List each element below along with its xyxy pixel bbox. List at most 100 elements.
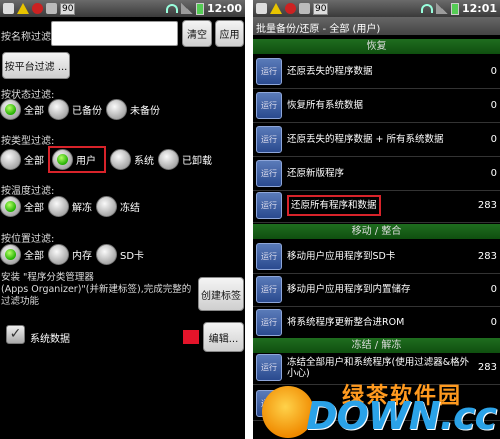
type-filter-group: 全部 用户 系统 已卸载 (0, 146, 216, 173)
sdcard-icon (46, 3, 57, 14)
run-button[interactable]: 运行 (256, 192, 282, 219)
radio-status-not-backed-up[interactable] (106, 99, 127, 120)
list-item: 运行 冻结全部用户和系统程序(使用过滤器&格外小心) 283 (253, 351, 500, 385)
radio-label: 全部 (24, 156, 44, 167)
status-filter-group: 全部 已备份 未备份 (0, 99, 164, 120)
radio-label: SD卡 (120, 251, 145, 262)
radio-type-system[interactable] (110, 149, 131, 170)
row-label: 恢复所有系统数据 (287, 100, 364, 111)
usb-icon (3, 3, 14, 14)
edit-button[interactable]: 编辑... (203, 322, 244, 352)
install-note: 安装 "程序分类管理器 (Apps Organizer)"(并新建标签),完成完… (1, 272, 192, 307)
radio-label: 用户 (76, 156, 96, 167)
signal-icon (435, 3, 448, 14)
radio-temp-unfrozen[interactable] (48, 196, 69, 217)
run-button[interactable]: 运行 (256, 58, 282, 85)
list-item: 运行 还原丢失的程序数据 0 (253, 55, 500, 89)
clock: 12:00 (206, 2, 242, 15)
create-tag-button[interactable]: 创建标签 (198, 277, 244, 311)
radio-label: 系统 (134, 156, 154, 167)
radio-status-all[interactable] (0, 99, 21, 120)
row-label: 将系统程序更新整合进ROM (287, 317, 405, 328)
row-count: 283 (477, 362, 497, 373)
system-data-checkbox[interactable]: ✓ (6, 325, 25, 344)
radio-label: 解冻 (72, 203, 92, 214)
radio-label: 内存 (72, 251, 92, 262)
radio-location-all[interactable] (0, 244, 21, 265)
platform-filter-button[interactable]: 按平台过滤 ... (2, 52, 70, 79)
section-header-restore: 恢复 (253, 39, 500, 54)
row-count: 0 (490, 100, 497, 111)
location-filter-label: 按位置过滤: (1, 234, 55, 245)
clear-button[interactable]: 清空 (182, 20, 212, 47)
row-label: 还原新版程序 (287, 168, 345, 179)
list-item: 运行 还原所有程序和数据 283 (253, 189, 500, 223)
list-item: 运行 将系统程序更新整合进ROM 0 (253, 306, 500, 340)
run-button[interactable]: 运行 (256, 92, 282, 119)
notification-badge: 90 (60, 2, 76, 15)
row-label: 还原丢失的程序数据 + 所有系统数据 (287, 134, 444, 145)
stop-icon (285, 3, 296, 14)
radio-label: 已卸载 (182, 156, 212, 167)
type-filter-label: 按类型过滤: (1, 136, 55, 147)
row-count: 0 (490, 284, 497, 295)
radio-temp-all[interactable] (0, 196, 21, 217)
list-item: 运行 移动用户应用程序到SD卡 283 (253, 240, 500, 274)
page-title: 批量备份/还原 - 全部 (用户) (253, 17, 500, 35)
radio-type-user[interactable] (52, 149, 73, 170)
radio-label: 全部 (24, 251, 44, 262)
radio-label: 全部 (24, 203, 44, 214)
clock: 12:01 (461, 2, 497, 15)
row-count: 283 (477, 200, 497, 211)
right-screen: 90 12:01 批量备份/还原 - 全部 (用户) 恢复 运行 还原丢失的程序… (253, 0, 500, 439)
temp-filter-label: 按温度过滤: (1, 186, 55, 197)
run-button[interactable]: 运行 (256, 276, 282, 303)
run-button[interactable]: 运行 (256, 390, 282, 417)
system-data-label: 系统数据 (30, 334, 70, 345)
battery-icon (195, 2, 204, 15)
row-label: 解冻 (287, 398, 307, 409)
radio-location-internal[interactable] (48, 244, 69, 265)
radio-location-sdcard[interactable] (96, 244, 117, 265)
section-header-move: 移动 / 整合 (253, 224, 500, 239)
run-button[interactable]: 运行 (256, 126, 282, 153)
list-item: 运行 移动用户应用程序到内置储存 0 (253, 273, 500, 307)
run-button[interactable]: 运行 (256, 160, 282, 187)
notification-badge: 90 (313, 2, 329, 15)
radio-label: 全部 (24, 106, 44, 117)
status-bar: 90 12:01 (253, 0, 500, 17)
run-button[interactable]: 运行 (256, 243, 282, 270)
signal-icon (180, 3, 193, 14)
temp-filter-group: 全部 解冻 冻结 (0, 196, 144, 217)
wifi-icon (165, 4, 178, 13)
status-bar: 90 12:00 (0, 0, 245, 17)
row-label-highlighted: 还原所有程序和数据 (287, 195, 381, 216)
radio-label: 未备份 (130, 106, 160, 117)
radio-status-backed-up[interactable] (48, 99, 69, 120)
highlight-box: 用户 (48, 146, 106, 173)
usb-icon (256, 3, 267, 14)
warning-icon (270, 3, 282, 14)
radio-label: 已备份 (72, 106, 102, 117)
row-count: 283 (477, 251, 497, 262)
filter-name-input[interactable] (51, 21, 178, 46)
apply-button[interactable]: 应用 (215, 20, 244, 47)
sdcard-icon (299, 3, 310, 14)
row-label: 还原丢失的程序数据 (287, 66, 373, 77)
row-label: 冻结全部用户和系统程序(使用过滤器&格外小心) (287, 356, 470, 379)
row-label: 移动用户应用程序到SD卡 (287, 251, 396, 262)
list-item: 运行 还原新版程序 0 (253, 157, 500, 191)
radio-type-all[interactable] (0, 149, 21, 170)
radio-temp-frozen[interactable] (96, 196, 117, 217)
radio-type-uninstalled[interactable] (158, 149, 179, 170)
run-button[interactable]: 运行 (256, 354, 282, 381)
location-filter-group: 全部 内存 SD卡 (0, 244, 148, 265)
row-count: 0 (490, 168, 497, 179)
run-button[interactable]: 运行 (256, 309, 282, 336)
row-count: 0 (490, 317, 497, 328)
left-screen: 90 12:00 按名称过滤: 清空 应用 按平台过滤 ... 按状态过滤: 全… (0, 0, 245, 439)
radio-label: 冻结 (120, 203, 140, 214)
wifi-icon (420, 4, 433, 13)
row-label: 移动用户应用程序到内置储存 (287, 284, 411, 295)
row-count: 0 (490, 66, 497, 77)
